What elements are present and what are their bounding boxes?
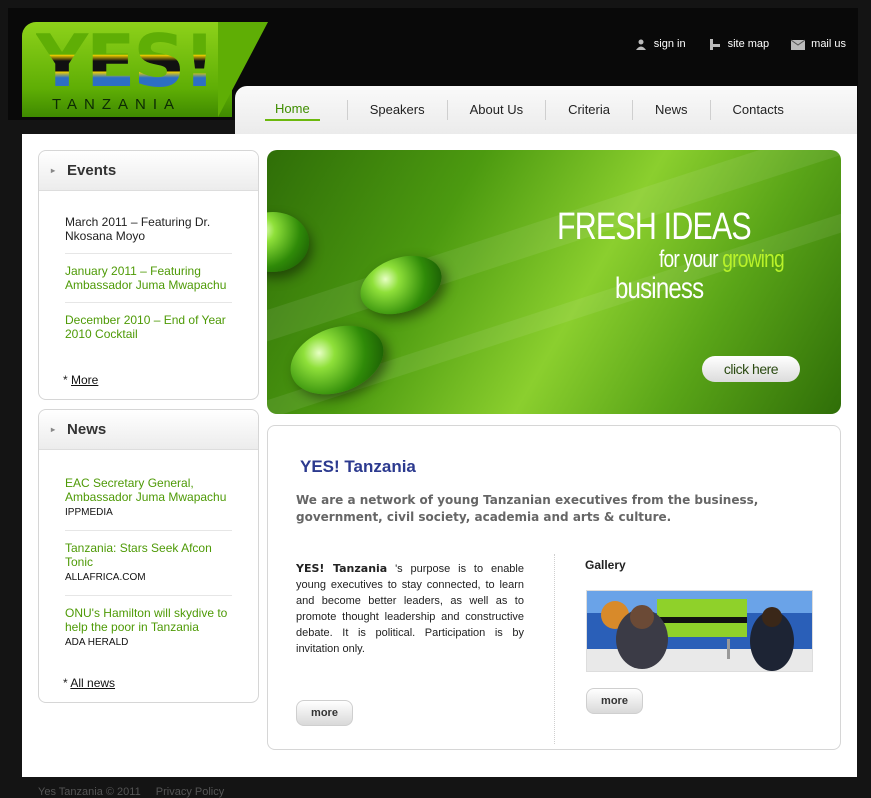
news-item[interactable]: ONU's Hamilton will skydive to help the … bbox=[65, 596, 232, 660]
mail-icon bbox=[791, 39, 806, 50]
event-item[interactable]: December 2010 – End of Year 2010 Cocktai… bbox=[65, 303, 232, 351]
events-panel: ▸ Events March 2011 – Featuring Dr. Nkos… bbox=[38, 150, 259, 400]
mail-us-link[interactable]: mail us bbox=[791, 38, 846, 50]
more-button[interactable]: more bbox=[296, 700, 353, 726]
news-item[interactable]: EAC Secretary General, Ambassador Juma M… bbox=[65, 466, 232, 531]
nav-news[interactable]: News bbox=[633, 100, 711, 120]
news-more: * All news bbox=[63, 676, 258, 690]
gallery-photo[interactable] bbox=[586, 590, 813, 672]
person-icon bbox=[635, 39, 646, 50]
privacy-policy-link[interactable]: Privacy Policy bbox=[156, 786, 224, 798]
events-more-link[interactable]: More bbox=[71, 373, 98, 387]
events-more-prefix: * bbox=[63, 373, 72, 387]
nav-contacts[interactable]: Contacts bbox=[711, 100, 806, 120]
content-intro: We are a network of young Tanzanian exec… bbox=[296, 493, 759, 524]
arrow-right-icon: ▸ bbox=[51, 425, 56, 434]
banner-headline: FRESH IDEAS bbox=[557, 206, 752, 248]
events-title: Events bbox=[67, 162, 117, 179]
event-item[interactable]: March 2011 – Featuring Dr. Nkosana Moyo bbox=[65, 205, 232, 254]
news-headline: EAC Secretary General, Ambassador Juma M… bbox=[65, 476, 227, 504]
footer-copyright: Yes Tanzania © 2011 bbox=[38, 786, 141, 798]
site-map-label: site map bbox=[727, 38, 770, 50]
events-header: ▸ Events bbox=[39, 151, 258, 191]
gallery-photo-image bbox=[587, 591, 812, 671]
logo-yes-mark: YES! bbox=[36, 26, 216, 92]
nav-speakers[interactable]: Speakers bbox=[348, 100, 448, 120]
news-title: News bbox=[67, 421, 107, 438]
column-divider bbox=[554, 554, 555, 744]
click-here-button[interactable]: click here bbox=[702, 356, 800, 382]
news-panel: ▸ News EAC Secretary General, Ambassador… bbox=[38, 409, 259, 703]
logo-subtitle: TANZANIA bbox=[52, 96, 182, 113]
mail-us-label: mail us bbox=[811, 38, 846, 50]
news-headline: Tanzania: Stars Seek Afcon Tonic bbox=[65, 541, 212, 569]
nav-about-us[interactable]: About Us bbox=[448, 100, 547, 120]
footer: Yes Tanzania © 2011 Privacy Policy bbox=[38, 786, 236, 798]
gallery-title: Gallery bbox=[585, 558, 626, 572]
content-body: YES! Tanzania 's purpose is to enable yo… bbox=[296, 561, 524, 657]
content-body-bold: YES! Tanzania bbox=[296, 562, 388, 575]
news-source: IPPMEDIA bbox=[65, 507, 113, 518]
all-news-link[interactable]: All news bbox=[70, 676, 115, 690]
banner-tagline: business bbox=[615, 272, 704, 305]
sign-in-link[interactable]: sign in bbox=[634, 38, 686, 50]
gallery-more-button[interactable]: more bbox=[586, 688, 643, 714]
news-source: ALLAFRICA.COM bbox=[65, 572, 146, 583]
event-item[interactable]: January 2011 – Featuring Ambassador Juma… bbox=[65, 254, 232, 303]
news-source: ADA HERALD bbox=[65, 637, 129, 648]
news-headline: ONU's Hamilton will skydive to help the … bbox=[65, 606, 228, 634]
content-title: YES! Tanzania bbox=[300, 457, 416, 476]
banner-subline: for your growing bbox=[659, 246, 785, 274]
sign-in-label: sign in bbox=[653, 38, 686, 50]
nav-divider bbox=[320, 100, 348, 120]
banner-subline-a: for your bbox=[659, 246, 723, 273]
main-nav: Home Speakers About Us Criteria News Con… bbox=[235, 86, 857, 134]
nav-home[interactable]: Home bbox=[265, 99, 320, 121]
water-drop-image bbox=[267, 212, 309, 272]
nav-criteria[interactable]: Criteria bbox=[546, 100, 633, 120]
hero-banner[interactable]: FRESH IDEAS for your growing business cl… bbox=[267, 150, 841, 414]
content-body-text: 's purpose is to enable young executives… bbox=[296, 563, 524, 655]
site-map-link[interactable]: site map bbox=[708, 38, 770, 50]
arrow-right-icon: ▸ bbox=[51, 166, 56, 175]
svg-text:YES!: YES! bbox=[36, 26, 214, 92]
sitemap-icon bbox=[709, 38, 720, 50]
content-panel: YES! Tanzania We are a network of young … bbox=[267, 425, 841, 750]
news-header: ▸ News bbox=[39, 410, 258, 450]
news-item[interactable]: Tanzania: Stars Seek Afcon Tonic ALLAFRI… bbox=[65, 531, 232, 596]
banner-subline-b: growing bbox=[722, 246, 784, 273]
events-more: * More bbox=[63, 373, 258, 387]
top-links: sign in site map mail us bbox=[634, 38, 846, 50]
